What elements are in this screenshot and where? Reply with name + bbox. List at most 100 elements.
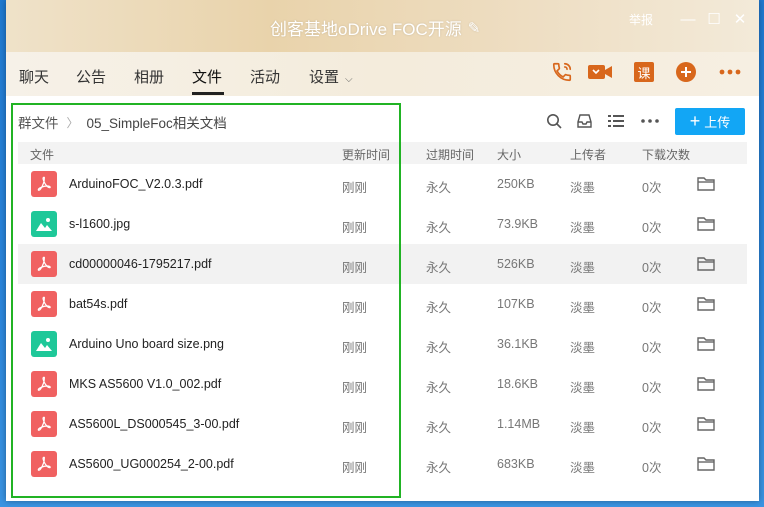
updated-time: 刚刚: [342, 341, 368, 355]
upload-button[interactable]: + 上传: [675, 108, 745, 135]
uploader-name: 淡墨: [570, 461, 596, 475]
table-header: 文件 更新时间 过期时间 大小 上传者 下载次数: [18, 142, 747, 164]
tab-activities[interactable]: 活动: [250, 66, 280, 87]
video-icon[interactable]: [587, 59, 613, 85]
edit-pencil-icon[interactable]: ✎: [468, 19, 481, 37]
table-row[interactable]: ArduinoFOC_V2.0.3.pdf 刚刚 永久 250KB 淡墨 0次: [18, 164, 747, 204]
updated-time: 刚刚: [342, 221, 368, 235]
breadcrumb-root[interactable]: 群文件: [18, 112, 59, 132]
more-options-icon[interactable]: [639, 110, 661, 132]
file-table: 文件 更新时间 过期时间 大小 上传者 下载次数 ArduinoFOC_V2.0…: [18, 142, 747, 484]
image-file-icon: [31, 211, 57, 237]
close-icon[interactable]: ✕: [727, 10, 753, 28]
file-name[interactable]: cd00000046-1795217.pdf: [69, 257, 212, 271]
open-folder-icon[interactable]: [697, 296, 715, 311]
download-count: 0次: [642, 341, 662, 355]
file-size: 526KB: [497, 257, 535, 271]
tab-settings[interactable]: 设置 ⌵: [309, 66, 353, 87]
open-folder-icon[interactable]: [697, 376, 715, 391]
tab-files[interactable]: 文件: [192, 66, 222, 87]
col-expires[interactable]: 过期时间: [426, 146, 474, 163]
expire-time: 永久: [426, 381, 452, 395]
file-name[interactable]: MKS AS5600 V1.0_002.pdf: [69, 377, 221, 391]
expire-time: 永久: [426, 221, 452, 235]
file-size: 18.6KB: [497, 377, 539, 391]
download-count: 0次: [642, 421, 662, 435]
tab-settings-label: 设置: [309, 69, 340, 86]
uploader-name: 淡墨: [570, 421, 596, 435]
file-name[interactable]: Arduino Uno board size.png: [69, 337, 224, 351]
updated-time: 刚刚: [342, 381, 368, 395]
list-view-icon[interactable]: [605, 110, 627, 132]
file-panel: 群文件 〉 05_SimpleFoc相关文档 + 上传 文件 更新时间 过期时间…: [6, 96, 759, 501]
search-icon[interactable]: [543, 110, 565, 132]
updated-time: 刚刚: [342, 301, 368, 315]
open-folder-icon[interactable]: [697, 456, 715, 471]
file-name[interactable]: ArduinoFOC_V2.0.3.pdf: [69, 177, 202, 191]
tab-album[interactable]: 相册: [134, 66, 164, 87]
pdf-file-icon: [31, 411, 57, 437]
col-downloads[interactable]: 下载次数: [642, 146, 690, 163]
uploader-name: 淡墨: [570, 221, 596, 235]
open-folder-icon[interactable]: [697, 216, 715, 231]
download-count: 0次: [642, 261, 662, 275]
table-row[interactable]: cd00000046-1795217.pdf 刚刚 永久 526KB 淡墨 0次: [18, 244, 747, 284]
tab-announcements[interactable]: 公告: [76, 66, 106, 87]
expire-time: 永久: [426, 181, 452, 195]
expire-time: 永久: [426, 461, 452, 475]
tab-chat[interactable]: 聊天: [19, 66, 49, 87]
open-folder-icon[interactable]: [697, 416, 715, 431]
file-size: 1.14MB: [497, 417, 541, 431]
uploader-name: 淡墨: [570, 341, 596, 355]
expire-time: 永久: [426, 421, 452, 435]
pdf-file-icon: [31, 291, 57, 317]
more-icon[interactable]: [717, 59, 743, 85]
file-name[interactable]: AS5600L_DS000545_3-00.pdf: [69, 417, 239, 431]
download-count: 0次: [642, 301, 662, 315]
download-count: 0次: [642, 381, 662, 395]
breadcrumb-current: 05_SimpleFoc相关文档: [86, 116, 227, 131]
open-folder-icon[interactable]: [697, 256, 715, 271]
col-uploader[interactable]: 上传者: [570, 146, 606, 163]
window-title[interactable]: 创客基地oDrive FOC开源 ✎: [270, 15, 480, 40]
table-row[interactable]: s-l1600.jpg 刚刚 永久 73.9KB 淡墨 0次: [18, 204, 747, 244]
file-toolbar: + 上传: [535, 108, 745, 135]
col-size[interactable]: 大小: [497, 146, 521, 163]
uploader-name: 淡墨: [570, 181, 596, 195]
plus-circle-icon[interactable]: [673, 59, 699, 85]
file-name[interactable]: s-l1600.jpg: [69, 217, 130, 231]
expire-time: 永久: [426, 261, 452, 275]
breadcrumb: 群文件 〉 05_SimpleFoc相关文档: [18, 112, 227, 132]
uploader-name: 淡墨: [570, 261, 596, 275]
window-controls: 举报 — ☐ ✕: [629, 10, 753, 29]
group-name: 创客基地oDrive FOC开源: [270, 20, 462, 39]
table-row[interactable]: MKS AS5600 V1.0_002.pdf 刚刚 永久 18.6KB 淡墨 0次: [18, 364, 747, 404]
upload-label: 上传: [704, 115, 731, 130]
class-icon[interactable]: 课: [631, 59, 657, 85]
inbox-icon[interactable]: [573, 110, 595, 132]
minimize-icon[interactable]: —: [675, 11, 701, 28]
table-row[interactable]: AS5600L_DS000545_3-00.pdf 刚刚 永久 1.14MB 淡墨 0次: [18, 404, 747, 444]
pdf-file-icon: [31, 251, 57, 277]
updated-time: 刚刚: [342, 181, 368, 195]
uploader-name: 淡墨: [570, 301, 596, 315]
report-link[interactable]: 举报: [629, 11, 653, 28]
open-folder-icon[interactable]: [697, 176, 715, 191]
pdf-file-icon: [31, 451, 57, 477]
table-row[interactable]: bat54s.pdf 刚刚 永久 107KB 淡墨 0次: [18, 284, 747, 324]
phone-icon[interactable]: [549, 59, 575, 85]
open-folder-icon[interactable]: [697, 336, 715, 351]
file-rows: ArduinoFOC_V2.0.3.pdf 刚刚 永久 250KB 淡墨 0次 s-l160…: [18, 164, 747, 484]
maximize-icon[interactable]: ☐: [701, 10, 727, 28]
table-row[interactable]: Arduino Uno board size.png 刚刚 永久 36.1KB 淡墨 0次: [18, 324, 747, 364]
active-tab-indicator: [192, 92, 224, 95]
col-file[interactable]: 文件: [30, 146, 54, 163]
file-size: 36.1KB: [497, 337, 539, 351]
file-name[interactable]: AS5600_UG000254_2-00.pdf: [69, 457, 234, 471]
updated-time: 刚刚: [342, 461, 368, 475]
col-updated[interactable]: 更新时间: [342, 146, 390, 163]
class-icon-badge: 课: [634, 62, 654, 82]
table-row[interactable]: AS5600_UG000254_2-00.pdf 刚刚 永久 683KB 淡墨 0次: [18, 444, 747, 484]
chevron-right-icon: 〉: [66, 115, 79, 130]
file-name[interactable]: bat54s.pdf: [69, 297, 127, 311]
